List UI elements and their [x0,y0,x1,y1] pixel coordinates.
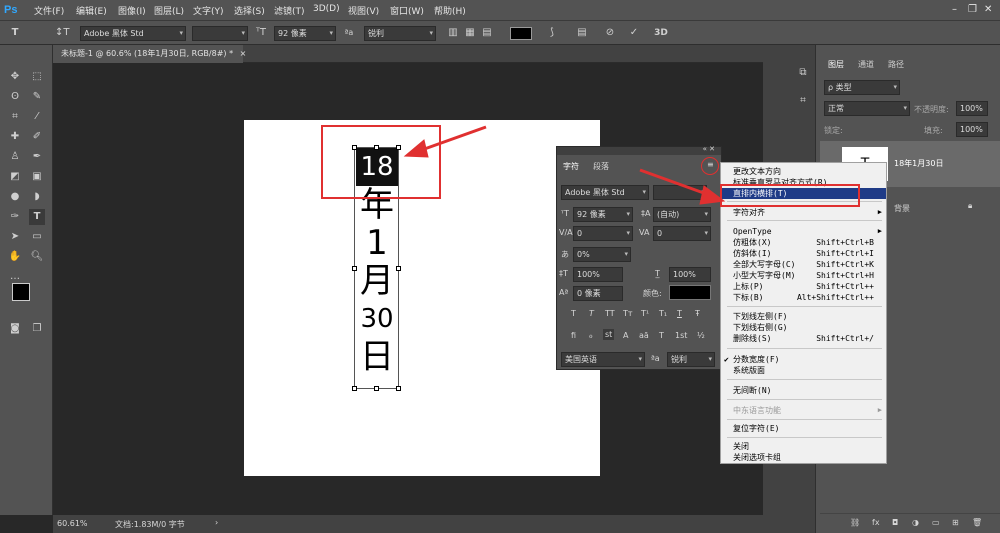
arrow-head [699,185,726,205]
annotation-arrows [403,125,726,205]
arrow-line [415,125,487,154]
arrow-line [639,168,713,198]
arrow-head [403,139,429,158]
